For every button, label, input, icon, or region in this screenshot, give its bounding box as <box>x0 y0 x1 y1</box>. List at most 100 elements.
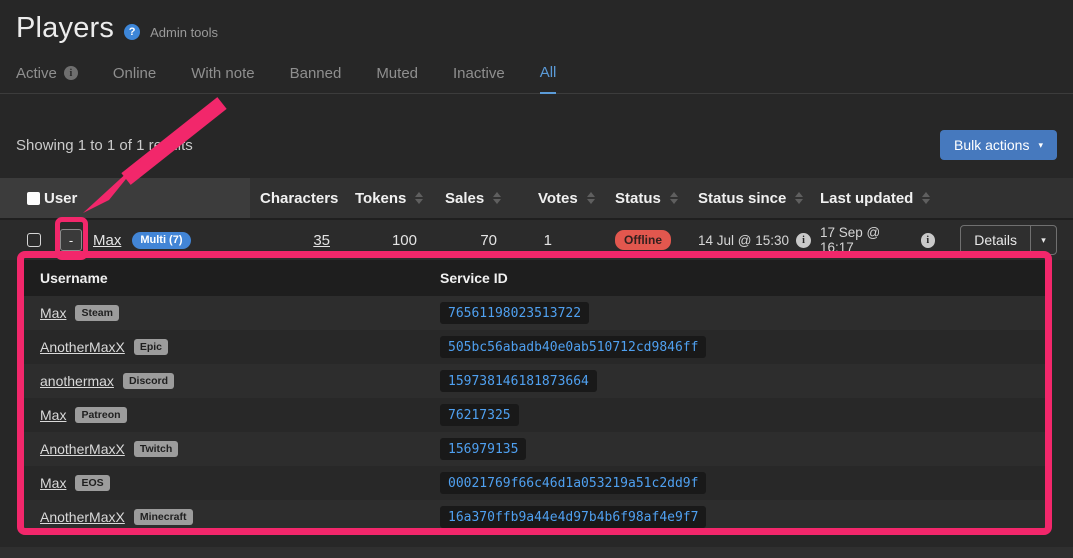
status-since-value: 14 Jul @ 15:30 <box>698 233 789 248</box>
linked-username-link[interactable]: AnotherMaxX <box>40 339 125 355</box>
table-header-row: User Characters Tokens Sales Votes Statu… <box>0 178 1073 218</box>
last-updated-value: 17 Sep @ 16:17 <box>820 225 914 255</box>
subtable-header-username: Username <box>40 270 440 286</box>
bulk-actions-label: Bulk actions <box>954 137 1029 153</box>
tab-banned[interactable]: Banned <box>290 55 342 93</box>
column-label: Tokens <box>355 190 406 207</box>
service-badge: Twitch <box>134 441 178 457</box>
status-since-cell: 14 Jul @ 15:30 i <box>698 220 820 260</box>
service-badge: Epic <box>134 339 168 355</box>
list-item: Max Patreon 76217325 <box>24 398 1045 432</box>
tab-online[interactable]: Online <box>113 55 156 93</box>
details-button[interactable]: Details <box>961 226 1030 254</box>
column-label: Last updated <box>820 190 913 207</box>
tab-inactive[interactable]: Inactive <box>453 55 505 93</box>
column-header-votes[interactable]: Votes <box>500 178 590 218</box>
column-header-characters[interactable]: Characters <box>250 178 335 218</box>
info-icon[interactable]: i <box>796 233 811 248</box>
linked-username-link[interactable]: AnotherMaxX <box>40 441 125 457</box>
results-count: Showing 1 to 1 of 1 results <box>16 137 193 154</box>
tab-all[interactable]: All <box>540 55 557 94</box>
page-header: Players ? Admin tools <box>0 0 1073 45</box>
service-id-value: 76561198023513722 <box>440 302 589 324</box>
service-badge: Patreon <box>75 407 126 423</box>
service-badge: Discord <box>123 373 174 389</box>
column-header-tokens[interactable]: Tokens <box>335 178 420 218</box>
column-header-sales[interactable]: Sales <box>420 178 500 218</box>
info-icon[interactable]: i <box>921 233 935 248</box>
help-icon[interactable]: ? <box>124 24 140 40</box>
row-checkbox-cell <box>0 220 44 260</box>
status-cell: Offline <box>590 220 698 260</box>
column-label: User <box>44 190 77 207</box>
tab-muted[interactable]: Muted <box>376 55 418 93</box>
service-badge: EOS <box>75 475 109 491</box>
linked-username-link[interactable]: anothermax <box>40 373 114 389</box>
service-id-value: 00021769f66c46d1a053219a51c2dd9f <box>440 472 706 494</box>
list-item: Max EOS 00021769f66c46d1a053219a51c2dd9f <box>24 466 1045 500</box>
actions-cell: Details ▾ <box>935 220 1073 260</box>
tokens-cell: 100 <box>335 220 420 260</box>
page-subtitle: Admin tools <box>150 25 218 40</box>
characters-link[interactable]: 35 <box>313 232 330 249</box>
sort-icon <box>670 192 678 204</box>
service-id-value: 505bc56abadb40e0ab510712cd9846ff <box>440 336 706 358</box>
column-label: Votes <box>538 190 578 207</box>
tab-active[interactable]: Active i <box>16 55 78 93</box>
column-header-status[interactable]: Status <box>590 178 698 218</box>
linked-username-link[interactable]: AnotherMaxX <box>40 509 125 525</box>
subtable-header-service-id: Service ID <box>440 270 508 286</box>
tab-label: Banned <box>290 65 342 82</box>
service-badge: Minecraft <box>134 509 193 525</box>
subtable-header-row: Username Service ID <box>24 260 1045 296</box>
username-link[interactable]: Max <box>93 232 121 249</box>
table-row: - Max Multi (7) 35 100 70 1 Offline 14 J… <box>0 218 1073 260</box>
column-header-last-updated[interactable]: Last updated <box>820 178 935 218</box>
page-title: Players <box>16 12 114 45</box>
sort-icon <box>795 192 803 204</box>
service-id-value: 156979135 <box>440 438 526 460</box>
column-header-user[interactable]: User <box>44 178 250 218</box>
tab-with-note[interactable]: With note <box>191 55 254 93</box>
tab-label: With note <box>191 65 254 82</box>
linked-username-link[interactable]: Max <box>40 305 66 321</box>
table-footer-strip <box>0 547 1073 558</box>
bulk-actions-button[interactable]: Bulk actions ▾ <box>940 130 1057 160</box>
select-all-checkbox-cell <box>0 178 44 218</box>
linked-username-link[interactable]: Max <box>40 475 66 491</box>
tab-bar: Active i Online With note Banned Muted I… <box>0 55 1073 94</box>
multi-accounts-badge: Multi (7) <box>132 232 190 249</box>
service-id-value: 76217325 <box>440 404 519 426</box>
column-label: Sales <box>445 190 484 207</box>
details-split-button: Details ▾ <box>960 225 1057 255</box>
list-item: anothermax Discord 159738146181873664 <box>24 364 1045 398</box>
list-controls: Showing 1 to 1 of 1 results Bulk actions… <box>0 130 1073 160</box>
tab-label: All <box>540 64 557 81</box>
user-cell: - Max Multi (7) <box>44 220 250 260</box>
list-item: AnotherMaxX Twitch 156979135 <box>24 432 1045 466</box>
info-icon: i <box>64 66 78 80</box>
linked-accounts-subtable: Username Service ID Max Steam 7656119802… <box>24 260 1045 534</box>
characters-cell: 35 <box>250 220 335 260</box>
column-label: Characters <box>260 190 338 207</box>
sales-cell: 70 <box>420 220 500 260</box>
column-header-status-since[interactable]: Status since <box>698 178 820 218</box>
column-header-actions <box>935 178 1073 218</box>
service-badge: Steam <box>75 305 119 321</box>
chevron-down-icon: ▾ <box>1041 236 1046 245</box>
list-item: Max Steam 76561198023513722 <box>24 296 1045 330</box>
status-badge: Offline <box>615 230 671 250</box>
details-dropdown-button[interactable]: ▾ <box>1030 226 1056 254</box>
service-id-value: 159738146181873664 <box>440 370 597 392</box>
list-item: AnotherMaxX Minecraft 16a370ffb9a44e4d97… <box>24 500 1045 534</box>
collapse-row-button[interactable]: - <box>60 229 82 251</box>
row-checkbox[interactable] <box>27 233 41 247</box>
linked-username-link[interactable]: Max <box>40 407 66 423</box>
list-item: AnotherMaxX Epic 505bc56abadb40e0ab51071… <box>24 330 1045 364</box>
tab-label: Online <box>113 65 156 82</box>
tab-label: Active <box>16 65 57 82</box>
chevron-down-icon: ▾ <box>1038 141 1043 150</box>
select-all-checkbox[interactable] <box>27 192 40 205</box>
tab-label: Muted <box>376 65 418 82</box>
players-table: User Characters Tokens Sales Votes Statu… <box>0 178 1073 534</box>
